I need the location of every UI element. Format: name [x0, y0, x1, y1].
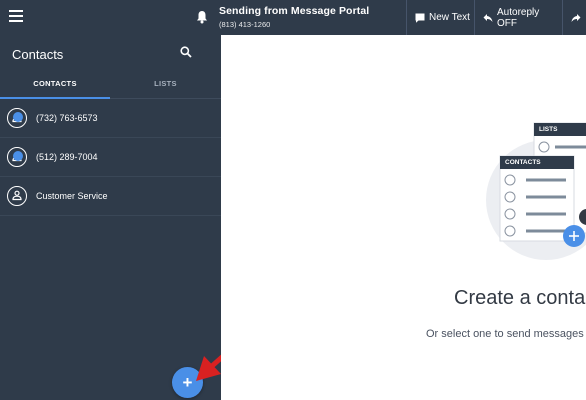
empty-state-subtitle: Or select one to send messages: [426, 328, 584, 340]
message-icon: [415, 13, 425, 23]
illustration-contacts-label: CONTACTS: [505, 159, 541, 166]
sidebar-title: Contacts: [12, 47, 64, 62]
autoreply-button[interactable]: Autoreply OFF: [474, 0, 562, 35]
main-panel: LISTS CONTACTS Create a conta Or select …: [221, 35, 586, 400]
contact-list: (732) 763-6573 (512) 289-7004 Customer S…: [0, 99, 221, 216]
tab-contacts[interactable]: CONTACTS: [0, 77, 110, 99]
top-bar: Sending from Message Portal (813) 413-12…: [0, 0, 586, 35]
sidebar: Contacts CONTACTS LISTS (732) 763-6573 (…: [0, 35, 221, 400]
share-icon: [571, 13, 581, 22]
badge-icon: [13, 151, 23, 161]
person-icon: [12, 190, 22, 201]
autoreply-label: Autoreply OFF: [497, 6, 540, 29]
contact-row[interactable]: (732) 763-6573: [0, 99, 221, 138]
contact-row[interactable]: (512) 289-7004: [0, 138, 221, 177]
bell-icon[interactable]: [196, 10, 208, 24]
add-contact-button[interactable]: +: [172, 367, 203, 398]
overflow-button[interactable]: [562, 0, 586, 35]
hamburger-icon[interactable]: [9, 10, 23, 22]
contact-name: Customer Service: [36, 191, 108, 201]
sending-title: Sending from Message Portal: [219, 5, 370, 17]
tab-lists[interactable]: LISTS: [110, 77, 221, 99]
contact-name: (732) 763-6573: [36, 113, 98, 123]
plus-icon: +: [182, 373, 193, 392]
empty-state-title: Create a conta: [454, 287, 586, 309]
illustration-lists-label: LISTS: [539, 126, 558, 133]
search-icon[interactable]: [180, 46, 192, 58]
sending-number: (813) 413-1260: [219, 20, 271, 29]
new-text-label: New Text: [429, 12, 470, 23]
contact-name: (512) 289-7004: [36, 152, 98, 162]
contact-row[interactable]: Customer Service: [0, 177, 221, 216]
sidebar-tabs: CONTACTS LISTS: [0, 77, 221, 99]
new-text-button[interactable]: New Text: [406, 0, 474, 35]
avatar: [7, 186, 27, 206]
sending-from: Sending from Message Portal (813) 413-12…: [219, 5, 369, 29]
badge-icon: [13, 112, 23, 122]
reply-icon: [483, 13, 493, 22]
